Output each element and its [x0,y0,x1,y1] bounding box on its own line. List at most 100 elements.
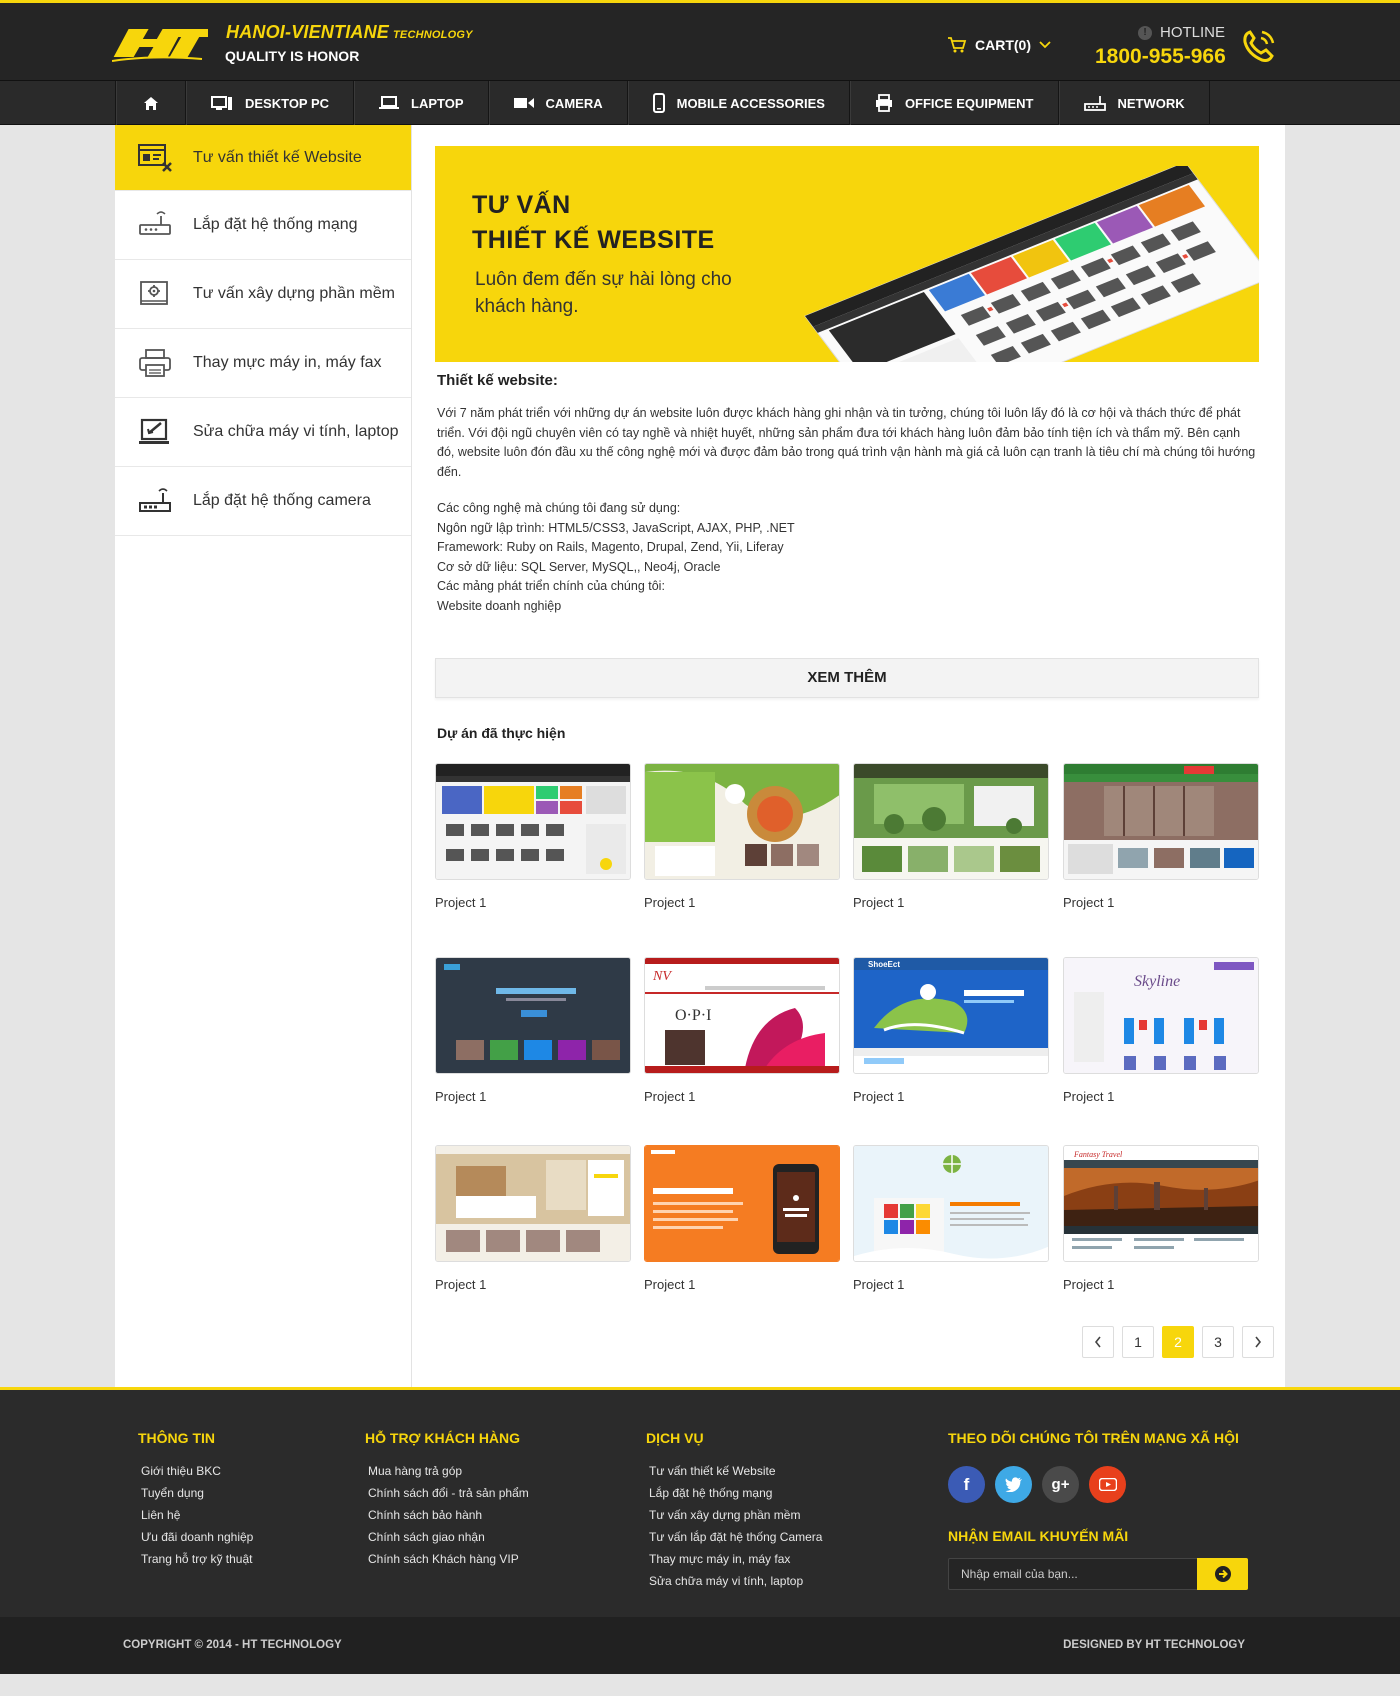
footer-link[interactable]: Chính sách đổi - trả sản phẩm [368,1482,529,1504]
google-plus-icon[interactable]: g+ [1042,1466,1079,1503]
project-thumbnail[interactable]: ShoeEct [853,957,1049,1074]
info-icon: ! [1138,25,1152,40]
phone-icon [1243,30,1275,62]
nav-camera[interactable]: CAMERA [488,81,628,125]
footer-link[interactable]: Tuyển dụng [141,1482,253,1504]
svg-text:Fantasy Travel: Fantasy Travel [1073,1150,1123,1159]
banner-subtitle: Luôn đem đến sự hài lòng cho khách hàng. [475,269,732,317]
svg-text:ShoeEct: ShoeEct [868,960,900,969]
cart-button[interactable]: CART(0) [947,36,1051,54]
project-card[interactable]: Project 1 [435,957,631,1104]
email-input[interactable] [949,1559,1197,1589]
hotline-number[interactable]: 1800-955-966 [1095,45,1226,69]
project-card[interactable]: Skyline Project 1 [1063,957,1259,1104]
nav-desktop-pc[interactable]: DESKTOP PC [186,81,355,125]
chevron-down-icon [1039,41,1051,49]
project-thumbnail[interactable] [435,763,631,880]
footer-link[interactable]: Liên hệ [141,1504,253,1526]
footer-link[interactable]: Thay mực máy in, máy fax [649,1548,822,1570]
page-button-current[interactable]: 2 [1162,1326,1194,1358]
chevron-left-icon [1094,1336,1101,1348]
ht-logo[interactable] [112,21,208,65]
project-thumbnail[interactable] [644,763,840,880]
project-thumbnail[interactable] [853,1145,1049,1262]
monitor-repair-icon [139,418,169,444]
newsletter-form [948,1558,1248,1590]
email-submit-button[interactable] [1197,1558,1248,1590]
mobile-icon [652,93,665,113]
project-thumbnail[interactable]: Skyline [1063,957,1259,1074]
chevron-right-icon [1255,1336,1262,1348]
project-card[interactable]: Fantasy Travel Project 1 [1063,1145,1259,1292]
home-icon [144,96,158,110]
sidebar-item-network[interactable]: Lắp đặt hệ thống mạng [115,191,411,260]
nav-laptop[interactable]: LAPTOP [354,81,489,125]
web-design-icon [138,143,172,172]
footer-link[interactable]: Tư vấn xây dựng phần mềm [649,1504,822,1526]
project-card[interactable]: ShoeEct Project 1 [853,957,1049,1104]
project-card[interactable]: Project 1 [644,763,840,910]
project-thumbnail[interactable]: NV O·P·I [644,957,840,1074]
project-card[interactable]: Project 1 [1063,763,1259,910]
sidebar-item-repair[interactable]: Sửa chữa máy vi tính, laptop [115,398,411,467]
project-card[interactable]: Project 1 [435,1145,631,1292]
project-label: Project 1 [435,1089,487,1104]
footer-link[interactable]: Chính sách Khách hàng VIP [368,1548,529,1570]
project-thumbnail[interactable] [1063,763,1259,880]
twitter-icon[interactable] [995,1466,1032,1503]
svg-text:Skyline: Skyline [1134,973,1180,990]
project-thumbnail[interactable] [435,1145,631,1262]
sidebar-item-software[interactable]: Tư vấn xây dựng phần mềm [115,260,411,329]
footer-heading: DỊCH VỤ [646,1430,704,1446]
footer-link[interactable]: Sửa chữa máy vi tính, laptop [649,1570,822,1592]
see-more-button[interactable]: XEM THÊM [435,658,1259,698]
footer-link[interactable]: Giới thiệu BKC [141,1460,253,1482]
nav-office-equipment[interactable]: OFFICE EQUIPMENT [849,81,1059,125]
project-card[interactable]: Project 1 [435,763,631,910]
main-nav: DESKTOP PC LAPTOP CAMERA MOBILE ACCESSOR… [0,81,1400,125]
section-title: Thiết kế website: [437,372,558,389]
footer-link[interactable]: Lắp đặt hệ thống mạng [649,1482,822,1504]
content-wrapper: Tư vấn thiết kế Website Lắp đặt hệ thống… [115,125,1285,1387]
footer-link[interactable]: Mua hàng trả góp [368,1460,529,1482]
banner-title: TƯ VẤN THIẾT KẾ WEBSITE [472,191,715,254]
project-thumbnail[interactable]: Fantasy Travel [1063,1145,1259,1262]
svg-text:O·P·I: O·P·I [675,1007,711,1024]
sidebar-item-camera-system[interactable]: Lắp đặt hệ thống camera [115,467,411,536]
project-thumbnail[interactable] [853,763,1049,880]
sidebar-item-web-design[interactable]: Tư vấn thiết kế Website [115,125,411,191]
nav-mobile-accessories[interactable]: MOBILE ACCESSORIES [627,81,850,125]
footer-link[interactable]: Tư vấn thiết kế Website [649,1460,822,1482]
cart-icon [948,37,967,53]
footer-link[interactable]: Tư vấn lắp đặt hệ thống Camera [649,1526,822,1548]
prev-page-button[interactable] [1082,1326,1114,1358]
project-label: Project 1 [853,1089,905,1104]
project-label: Project 1 [1063,895,1115,910]
project-thumbnail[interactable] [644,1145,840,1262]
youtube-icon[interactable] [1089,1466,1126,1503]
cart-label: CART(0) [975,37,1031,53]
page-button[interactable]: 3 [1202,1326,1234,1358]
camera-system-icon [139,488,171,512]
project-thumbnail[interactable] [435,957,631,1074]
footer-link[interactable]: Trang hỗ trợ kỹ thuật [141,1548,253,1570]
project-card[interactable]: NV O·P·I Project 1 [644,957,840,1104]
nav-network[interactable]: NETWORK [1058,81,1210,125]
hero-banner: TƯ VẤN THIẾT KẾ WEBSITE Luôn đem đến sự … [435,146,1259,362]
facebook-icon[interactable]: f [948,1466,985,1503]
software-icon [140,281,168,305]
footer-link[interactable]: Chính sách bảo hành [368,1504,529,1526]
sidebar-item-printer[interactable]: Thay mực máy in, máy fax [115,329,411,398]
desktop-icon [211,95,232,110]
project-card[interactable]: Project 1 [644,1145,840,1292]
next-page-button[interactable] [1242,1326,1274,1358]
project-card[interactable]: Project 1 [853,1145,1049,1292]
svg-text:NV: NV [652,969,672,984]
project-card[interactable]: Project 1 [853,763,1049,910]
footer-link[interactable]: Chính sách giao nhận [368,1526,529,1548]
copyright-text: COPYRIGHT © 2014 - HT TECHNOLOGY [123,1639,342,1651]
nav-home[interactable] [116,81,186,125]
page-button[interactable]: 1 [1122,1326,1154,1358]
tech-list: Các công nghệ mà chúng tôi đang sử dụng:… [437,501,795,613]
footer-link[interactable]: Ưu đãi doanh nghiệp [141,1526,253,1548]
